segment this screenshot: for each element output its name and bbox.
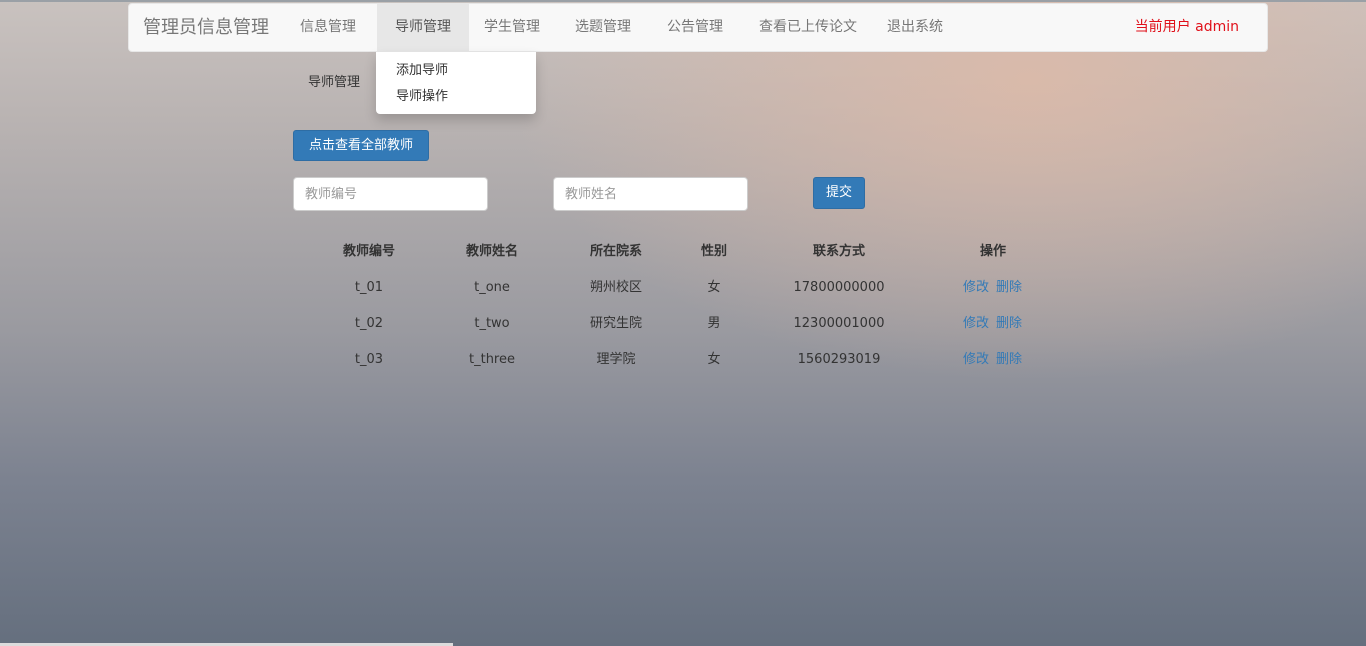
delete-link[interactable]: 删除 xyxy=(996,351,1022,369)
teacher-id-input[interactable] xyxy=(293,177,488,211)
nav-item-tutor-management[interactable]: 导师管理 xyxy=(377,4,469,52)
cell-teacher-name: t_one xyxy=(474,280,510,295)
column-header-name: 教师姓名 xyxy=(465,244,519,259)
cell-department: 朔州校区 xyxy=(589,280,643,295)
column-header-dept: 所在院系 xyxy=(589,244,643,259)
cell-gender: 女 xyxy=(707,352,721,367)
edit-link[interactable]: 修改 xyxy=(963,315,989,333)
cell-teacher-name: t_three xyxy=(469,352,515,367)
nav-item-topic-management[interactable]: 选题管理 xyxy=(562,4,644,52)
dropdown-item-tutor-operations[interactable]: 导师操作 xyxy=(396,87,448,107)
cell-teacher-name: t_two xyxy=(474,316,510,331)
column-header-gender: 性别 xyxy=(700,244,728,259)
column-header-operation: 操作 xyxy=(979,244,1007,259)
nav-item-logout[interactable]: 退出系统 xyxy=(874,4,956,52)
nav-item-info-management[interactable]: 信息管理 xyxy=(287,4,369,52)
top-navbar: 管理员信息管理 信息管理 导师管理 学生管理 选题管理 公告管理 查看已上传论文… xyxy=(128,3,1268,52)
edit-link[interactable]: 修改 xyxy=(963,279,989,297)
delete-link[interactable]: 删除 xyxy=(996,279,1022,297)
cell-teacher-id: t_02 xyxy=(354,316,384,331)
nav-item-student-management[interactable]: 学生管理 xyxy=(471,4,553,52)
dropdown-item-add-tutor[interactable]: 添加导师 xyxy=(396,61,448,81)
cell-contact: 17800000000 xyxy=(793,280,885,295)
cell-contact: 1560293019 xyxy=(797,352,881,367)
cell-teacher-id: t_03 xyxy=(354,352,384,367)
tutor-dropdown-menu: 添加导师 导师操作 xyxy=(376,52,536,114)
cell-department: 研究生院 xyxy=(589,316,643,331)
top-border-line xyxy=(0,0,1366,2)
current-user-label: 当前用户 admin xyxy=(1134,19,1239,35)
cell-contact: 12300001000 xyxy=(793,316,885,331)
edit-link[interactable]: 修改 xyxy=(963,351,989,369)
submit-button[interactable]: 提交 xyxy=(813,177,865,209)
column-header-id: 教师编号 xyxy=(342,244,396,259)
cell-gender: 男 xyxy=(707,316,721,331)
teacher-name-input[interactable] xyxy=(553,177,748,211)
column-header-contact: 联系方式 xyxy=(812,244,866,259)
nav-item-view-papers[interactable]: 查看已上传论文 xyxy=(747,4,869,52)
view-all-teachers-button[interactable]: 点击查看全部教师 xyxy=(293,130,429,161)
cell-gender: 女 xyxy=(707,280,721,295)
section-heading: 导师管理 xyxy=(308,75,361,90)
delete-link[interactable]: 删除 xyxy=(996,315,1022,333)
brand-title[interactable]: 管理员信息管理 xyxy=(143,4,269,53)
cell-department: 理学院 xyxy=(596,352,636,367)
cell-teacher-id: t_01 xyxy=(354,280,384,295)
nav-item-notice-management[interactable]: 公告管理 xyxy=(654,4,736,52)
